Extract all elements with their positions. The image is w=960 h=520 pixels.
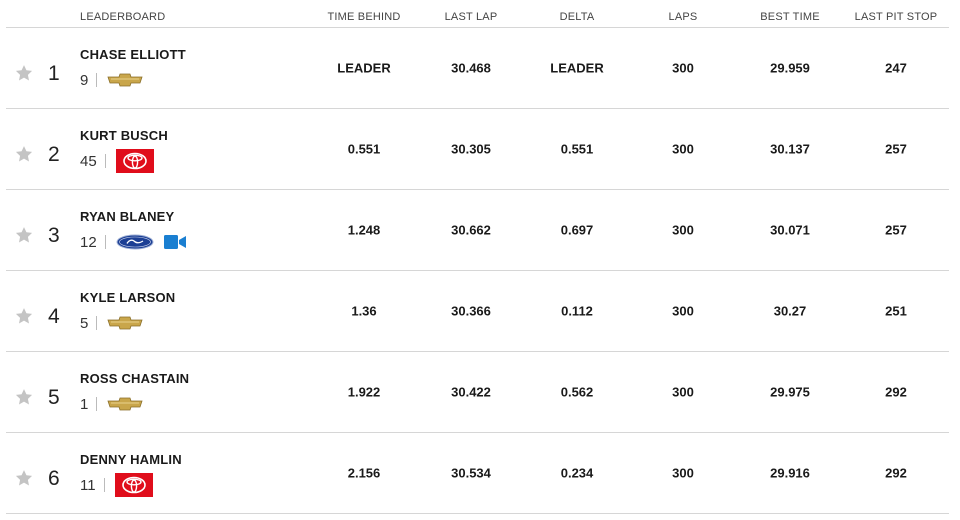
- position: 5: [48, 386, 60, 409]
- car-separator: [104, 154, 106, 168]
- driver-name[interactable]: DENNY HAMLIN: [80, 452, 182, 467]
- table-row[interactable]: 5 ROSS CHASTAIN 1 1.922 30.422 0.562 300 29.9…: [6, 352, 949, 433]
- cell-best-time: 30.137: [770, 141, 810, 157]
- car-info: 5: [80, 311, 143, 335]
- cell-best-time: 29.959: [770, 60, 810, 76]
- car-number: 45: [80, 152, 97, 170]
- car-number: 12: [80, 233, 97, 251]
- star-icon[interactable]: [14, 225, 34, 245]
- header-last-lap[interactable]: LAST LAP: [445, 11, 498, 23]
- driver-name[interactable]: CHASE ELLIOTT: [80, 47, 186, 62]
- cell-best-time: 29.916: [770, 465, 810, 481]
- header-best-time[interactable]: BEST TIME: [760, 11, 819, 23]
- car-separator: [96, 316, 98, 330]
- leaderboard-rows: 1 CHASE ELLIOTT 9 LEADER 30.468 LEADER 300 29…: [6, 28, 949, 514]
- car-number: 9: [80, 71, 89, 89]
- table-row[interactable]: 4 KYLE LARSON 5 1.36 30.366 0.112 300 30.27 25…: [6, 271, 949, 352]
- chevrolet-bowtie-icon: [107, 397, 143, 411]
- header-time-behind[interactable]: TIME BEHIND: [327, 11, 400, 23]
- toyota-logo-icon: [115, 149, 154, 173]
- car-info: 45: [80, 149, 154, 173]
- position: 2: [48, 143, 60, 166]
- cell-laps: 300: [672, 303, 694, 319]
- cell-time-behind: 0.551: [347, 141, 381, 157]
- cell-last-pit-stop: 257: [885, 141, 907, 157]
- cell-best-time: 29.975: [770, 384, 810, 400]
- table-row[interactable]: 6 DENNY HAMLIN 11 2.156 30.534 0.234 300 29.9…: [6, 433, 949, 514]
- cell-last-pit-stop: 247: [885, 60, 907, 76]
- cell-last-lap: 30.366: [451, 303, 491, 319]
- cell-laps: 300: [672, 465, 694, 481]
- header-last-pit-stop[interactable]: LAST PIT STOP: [855, 11, 938, 23]
- car-info: 9: [80, 68, 143, 92]
- position: 1: [48, 62, 60, 85]
- chevrolet-bowtie-icon: [107, 316, 143, 330]
- table-row[interactable]: 2 KURT BUSCH 45 0.551 30.305 0.551 300 30.137…: [6, 109, 949, 190]
- car-number: 5: [80, 314, 89, 332]
- car-separator: [104, 235, 106, 249]
- table-row[interactable]: 3 RYAN BLANEY 12 1.248 30.662 0.697 300 30.07…: [6, 190, 949, 271]
- car-separator: [96, 73, 98, 87]
- header-laps[interactable]: LAPS: [669, 11, 698, 23]
- car-info: 11: [80, 473, 153, 497]
- cell-last-pit-stop: 292: [885, 465, 907, 481]
- cell-last-lap: 30.422: [451, 384, 491, 400]
- video-camera-icon[interactable]: [163, 235, 186, 249]
- cell-laps: 300: [672, 384, 694, 400]
- car-number: 1: [80, 395, 89, 413]
- driver-name[interactable]: ROSS CHASTAIN: [80, 371, 189, 386]
- cell-last-pit-stop: 292: [885, 384, 907, 400]
- car-info: 1: [80, 392, 143, 416]
- cell-delta: 0.112: [561, 303, 593, 319]
- leaderboard-header: LEADERBOARD TIME BEHIND LAST LAP DELTA L…: [6, 8, 949, 28]
- header-delta[interactable]: DELTA: [560, 11, 595, 23]
- cell-last-pit-stop: 257: [885, 222, 907, 238]
- ford-oval-icon: [116, 234, 154, 250]
- cell-last-lap: 30.305: [451, 141, 491, 157]
- star-icon[interactable]: [14, 144, 34, 164]
- cell-delta: 0.551: [560, 141, 594, 157]
- cell-last-lap: 30.468: [451, 60, 491, 76]
- car-separator: [96, 397, 98, 411]
- cell-delta: 0.562: [560, 384, 594, 400]
- leaderboard-table: LEADERBOARD TIME BEHIND LAST LAP DELTA L…: [6, 8, 949, 514]
- position: 6: [48, 467, 60, 490]
- cell-laps: 300: [672, 141, 694, 157]
- star-icon[interactable]: [14, 306, 34, 326]
- cell-delta: 0.234: [560, 465, 594, 481]
- position: 4: [48, 305, 60, 328]
- cell-delta: LEADER: [550, 60, 604, 76]
- cell-last-lap: 30.534: [451, 465, 491, 481]
- cell-time-behind: 1.248: [347, 222, 381, 238]
- toyota-logo-icon: [114, 473, 153, 497]
- cell-best-time: 30.27: [773, 303, 807, 319]
- driver-name[interactable]: KYLE LARSON: [80, 290, 175, 305]
- cell-time-behind: 2.156: [347, 465, 381, 481]
- star-icon[interactable]: [14, 387, 34, 407]
- header-leaderboard[interactable]: LEADERBOARD: [80, 11, 165, 23]
- cell-laps: 300: [672, 222, 694, 238]
- driver-name[interactable]: RYAN BLANEY: [80, 209, 174, 224]
- chevrolet-bowtie-icon: [107, 73, 143, 87]
- star-icon[interactable]: [14, 63, 34, 83]
- cell-last-lap: 30.662: [451, 222, 491, 238]
- table-row[interactable]: 1 CHASE ELLIOTT 9 LEADER 30.468 LEADER 300 29…: [6, 28, 949, 109]
- car-info: 12: [80, 230, 186, 254]
- car-separator: [103, 478, 105, 492]
- cell-last-pit-stop: 251: [885, 303, 907, 319]
- driver-name[interactable]: KURT BUSCH: [80, 128, 168, 143]
- cell-delta: 0.697: [560, 222, 594, 238]
- cell-time-behind: 1.922: [347, 384, 381, 400]
- cell-time-behind: 1.36: [351, 303, 377, 319]
- cell-best-time: 30.071: [770, 222, 810, 238]
- cell-laps: 300: [672, 60, 694, 76]
- position: 3: [48, 224, 60, 247]
- car-number: 11: [80, 476, 96, 494]
- star-icon[interactable]: [14, 468, 34, 488]
- cell-time-behind: LEADER: [337, 60, 391, 76]
